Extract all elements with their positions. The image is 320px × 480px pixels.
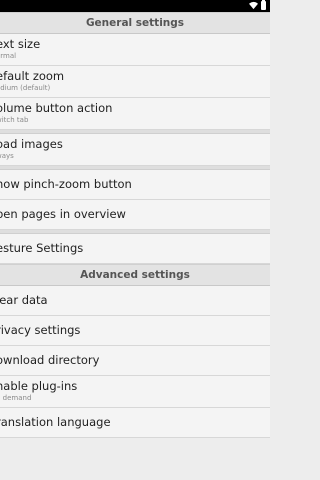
default-zoom-title: efault zoom (0, 69, 65, 83)
volume-button-action-title: olume button action (0, 101, 113, 115)
general-settings-header: General settings (0, 12, 270, 34)
clear-data-item[interactable]: lear data (0, 286, 270, 316)
privacy-settings-item[interactable]: rivacy settings (0, 316, 270, 346)
load-images-item[interactable]: oad images ways (0, 134, 270, 166)
download-directory-item[interactable]: ownload directory (0, 346, 270, 376)
default-zoom-summary: edium (default) (0, 84, 51, 92)
enable-plugins-summary: n demand (0, 394, 32, 402)
translation-language-item[interactable]: ranslation language (0, 408, 270, 438)
pinch-zoom-item[interactable]: how pinch-zoom button (0, 170, 270, 200)
privacy-settings-title: rivacy settings (0, 323, 81, 337)
volume-button-action-summary: witch tab (0, 116, 29, 124)
volume-button-action-item[interactable]: olume button action witch tab (0, 98, 270, 130)
translation-language-title: ranslation language (0, 415, 111, 429)
text-size-title: ext size (0, 37, 41, 51)
default-zoom-item[interactable]: efault zoom edium (default) (0, 66, 270, 98)
text-size-summary: ormal (0, 52, 17, 60)
overview-title: pen pages in overview (0, 207, 126, 221)
load-images-title: oad images (0, 137, 63, 151)
gesture-settings-item[interactable]: esture Settings (0, 234, 270, 264)
load-images-summary: ways (0, 152, 14, 160)
wifi-icon (249, 1, 258, 10)
gesture-settings-title: esture Settings (0, 241, 84, 255)
battery-icon (261, 0, 266, 10)
status-bar (0, 0, 270, 12)
clear-data-title: lear data (0, 293, 48, 307)
text-size-item[interactable]: ext size ormal (0, 34, 270, 66)
advanced-settings-header: Advanced settings (0, 264, 270, 286)
enable-plugins-item[interactable]: nable plug-ins n demand (0, 376, 270, 408)
overview-item[interactable]: pen pages in overview (0, 200, 270, 230)
download-directory-title: ownload directory (0, 353, 100, 367)
pinch-zoom-title: how pinch-zoom button (0, 177, 132, 191)
enable-plugins-title: nable plug-ins (0, 379, 78, 393)
